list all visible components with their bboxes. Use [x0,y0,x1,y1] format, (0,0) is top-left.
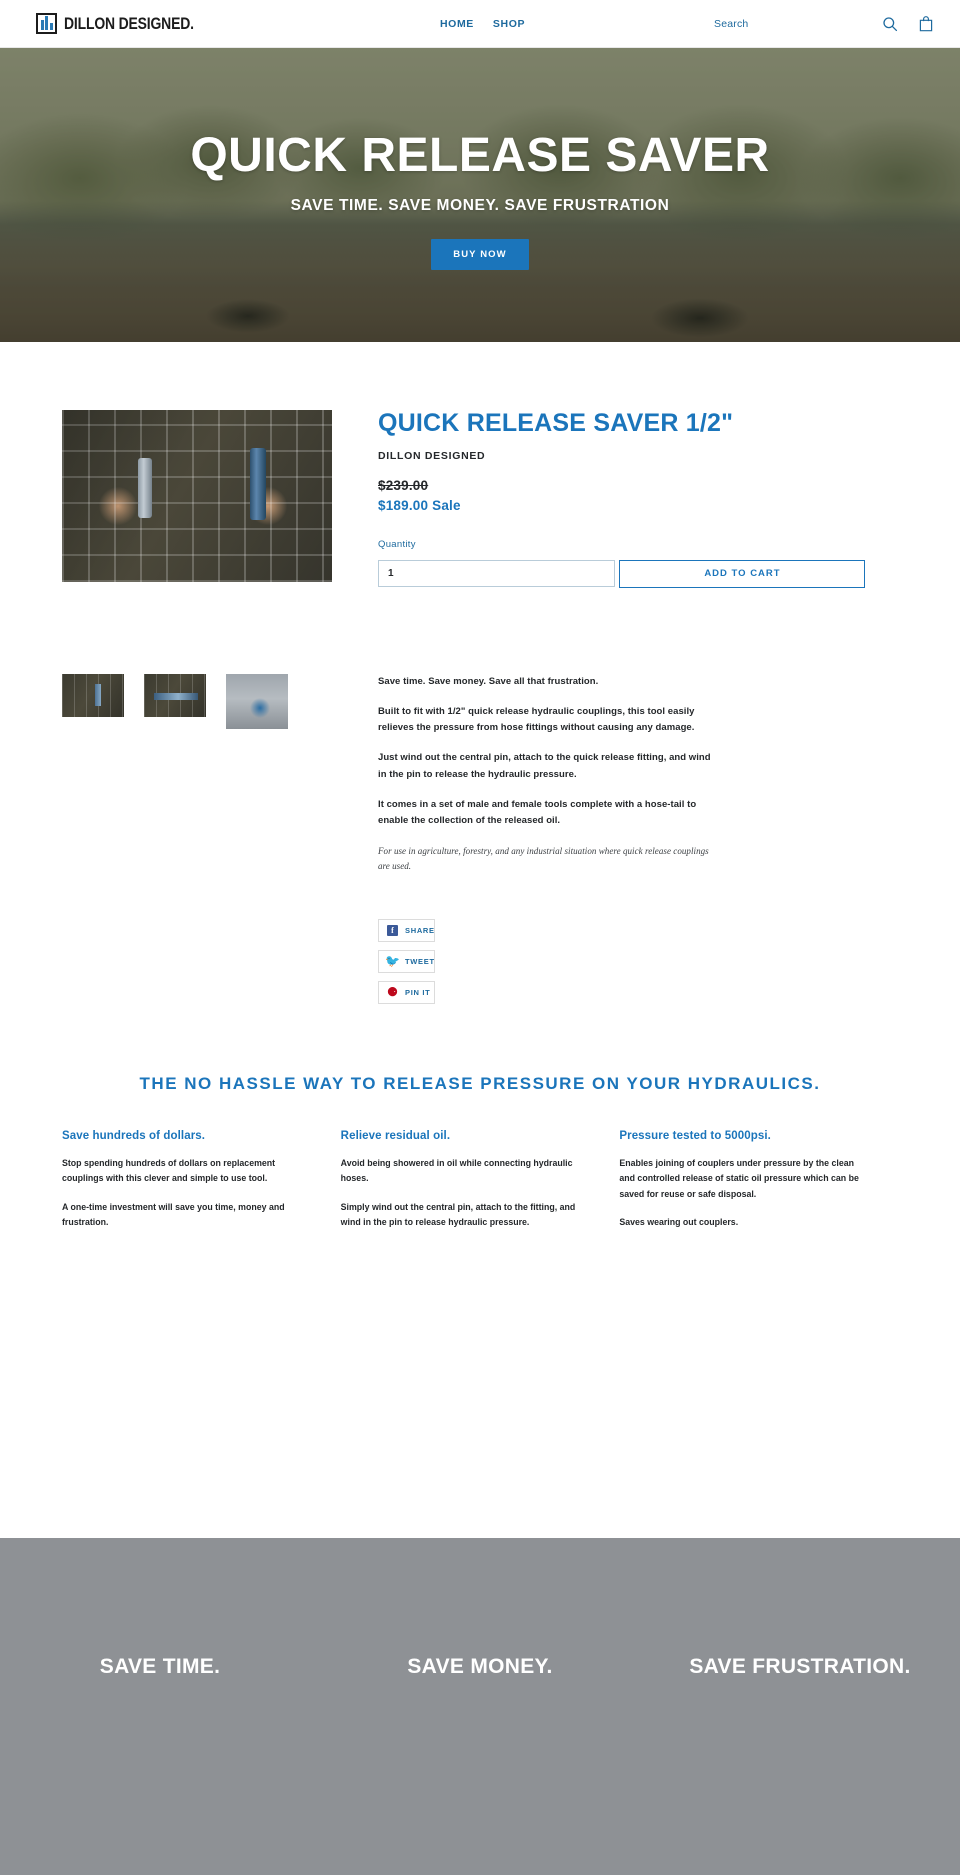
banner-label: SAVE FRUSTRATION. [689,1655,911,1678]
description-paragraph: It comes in a set of male and female too… [378,799,697,827]
description-paragraph: Save time. Save money. Save all that fru… [378,675,599,687]
product-thumbnails [62,674,358,729]
shopping-bag-icon[interactable] [918,15,934,32]
feature-paragraph: Avoid being showered in oil while connec… [340,1157,573,1184]
product-title: QUICK RELEASE SAVER 1/2" [378,409,734,437]
hero-title: QUICK RELEASE SAVER [190,129,770,182]
add-to-cart-button[interactable]: ADD TO CART [619,559,866,588]
site-logo[interactable]: DILLON DESIGNED. [36,13,222,34]
feature-paragraph: A one-time investment will save you time… [62,1201,285,1227]
feature-title: Save hundreds of dollars. [62,1129,206,1142]
product-description: Save time. Save money. Save all that fru… [378,674,714,875]
share-pinterest-button[interactable]: ⚈ PIN IT [378,980,435,1004]
price-block: $239.00 $189.00 Sale [378,478,898,513]
banner-cell: SAVE FRUSTRATION. [640,1538,960,1679]
product-vendor: DILLON DESIGNED [378,449,486,462]
sale-price: $189.00 Sale [378,497,461,513]
description-paragraph: Just wind out the central pin, attach to… [378,752,711,780]
feature-column: Save hundreds of dollars. Stop spending … [62,1130,341,1244]
description-paragraph: Built to fit with 1/2" quick release hyd… [378,705,695,734]
logo-mark-icon [36,13,57,34]
nav-item-home[interactable]: HOME [440,18,474,30]
share-facebook-button[interactable]: f SHARE [378,918,435,942]
banner-cell: SAVE TIME. [0,1538,320,1679]
feature-paragraph: Saves wearing out couplers. [619,1216,739,1227]
quantity-input[interactable] [378,560,615,587]
share-buttons: f SHARE 🐦 TWEET ⚈ PIN IT [378,918,435,1004]
search-link[interactable]: Search [714,18,748,30]
bottom-banner: SAVE TIME. SAVE MONEY. SAVE FRUSTRATION. [0,1538,960,1875]
product-main-image[interactable] [62,410,332,582]
product-thumbnail[interactable] [144,674,206,717]
buy-now-button[interactable]: BUY NOW [431,239,529,270]
pinterest-icon: ⚈ [387,984,398,999]
product-thumbnail[interactable] [226,674,288,729]
search-icon[interactable] [882,16,898,32]
feature-paragraph: Stop spending hundreds of dollars on rep… [62,1157,276,1184]
hero-banner: QUICK RELEASE SAVER SAVE TIME. SAVE MONE… [0,48,960,342]
logo-text: DILLON DESIGNED. [64,13,194,33]
facebook-icon: f [387,924,398,936]
share-pinterest-label: PIN IT [405,987,431,997]
product-details: QUICK RELEASE SAVER 1/2" DILLON DESIGNED… [358,409,898,1004]
hero-subtitle: SAVE TIME. SAVE MONEY. SAVE FRUSTRATION [290,197,670,214]
share-facebook-label: SHARE [405,925,435,935]
features-section: THE NO HASSLE WAY TO RELEASE PRESSURE ON… [0,1074,960,1244]
product-section: QUICK RELEASE SAVER 1/2" DILLON DESIGNED… [0,342,960,1004]
banner-cell: SAVE MONEY. [320,1538,640,1679]
quantity-label: Quantity [378,538,416,550]
header-icons [882,15,934,32]
feature-title: Pressure tested to 5000psi. [619,1129,771,1142]
product-thumbnail[interactable] [62,674,124,717]
banner-label: SAVE MONEY. [407,1655,553,1678]
share-twitter-button[interactable]: 🐦 TWEET [378,949,435,973]
feature-title: Relieve residual oil. [340,1129,451,1142]
main-nav: HOME SHOP [440,18,525,30]
features-heading: THE NO HASSLE WAY TO RELEASE PRESSURE ON… [139,1073,821,1093]
banner-label: SAVE TIME. [99,1655,221,1678]
description-note: For use in agriculture, forestry, and an… [378,845,709,872]
feature-paragraph: Enables joining of couplers under pressu… [619,1157,859,1199]
nav-item-shop[interactable]: SHOP [493,18,525,30]
feature-column: Pressure tested to 5000psi. Enables join… [619,1130,898,1244]
share-twitter-label: TWEET [405,956,435,966]
feature-column: Relieve residual oil. Avoid being shower… [341,1130,620,1244]
product-gallery [62,410,358,729]
feature-paragraph: Simply wind out the central pin, attach … [340,1201,576,1227]
twitter-icon: 🐦 [385,953,400,968]
compare-at-price: $239.00 [378,477,429,493]
site-header: DILLON DESIGNED. HOME SHOP Search [0,0,960,48]
